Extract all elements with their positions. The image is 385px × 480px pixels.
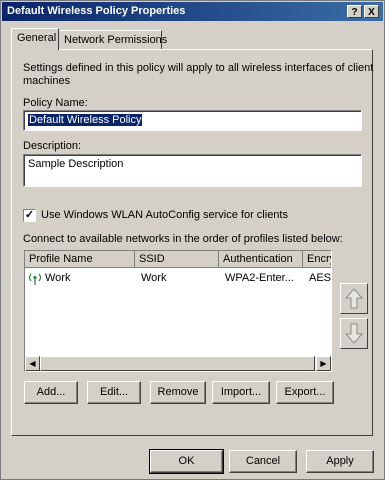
move-up-arrow-icon [344,288,364,312]
add-button[interactable]: Add... [24,381,78,404]
move-down-button[interactable] [340,318,368,349]
policy-name-label: Policy Name: [23,97,88,109]
help-button[interactable]: ? [347,5,362,18]
apply-button[interactable]: Apply [306,450,374,473]
export-button[interactable]: Export... [276,381,334,404]
scroll-left-arrow-icon[interactable]: ◀ [25,356,40,371]
column-header-profile-name[interactable]: Profile Name [25,251,135,268]
properties-dialog: Default Wireless Policy Properties ? X G… [0,0,385,480]
description-value: Sample Description [28,158,124,170]
wireless-network-icon [28,270,42,289]
profiles-label: Connect to available networks in the ord… [23,233,343,245]
tab-general[interactable]: General [11,28,59,50]
intro-text-line1: Settings defined in this policy will app… [23,62,374,74]
autoconfig-label: Use Windows WLAN AutoConfig service for … [41,209,288,221]
window-title: Default Wireless Policy Properties [7,5,186,17]
row-ssid: Work [141,272,167,284]
description-label: Description: [23,140,82,152]
table-row[interactable]: Work Work WPA2-Enter... AES [25,269,331,287]
column-header-authentication[interactable]: Authentication [219,251,303,268]
horizontal-scrollbar[interactable]: ◀ ▶ [25,356,331,371]
profiles-list[interactable]: Profile Name SSID Authentication Encry W… [24,250,332,372]
ok-button[interactable]: OK [149,449,224,474]
policy-name-value: Default Wireless Policy [28,114,143,126]
scroll-thumb[interactable] [40,356,315,371]
edit-button[interactable]: Edit... [87,381,141,404]
column-header-ssid[interactable]: SSID [135,251,219,268]
remove-button[interactable]: Remove [150,381,206,404]
move-down-arrow-icon [344,323,364,347]
description-field[interactable]: Sample Description [23,154,362,187]
close-button[interactable]: X [364,5,379,18]
autoconfig-checkbox[interactable]: ✓ [23,209,36,222]
move-up-button[interactable] [340,283,368,314]
policy-name-field[interactable]: Default Wireless Policy [23,110,362,131]
import-button[interactable]: Import... [212,381,270,404]
tab-general-label: General [17,32,57,44]
column-header-encryption[interactable]: Encry [303,251,331,268]
scroll-right-arrow-icon[interactable]: ▶ [316,356,331,371]
cancel-button[interactable]: Cancel [229,450,297,473]
tab-network-permissions[interactable]: Network Permissions [58,30,167,50]
tab-network-permissions-label: Network Permissions [64,34,168,46]
row-authentication: WPA2-Enter... [225,272,294,284]
row-profile-name: Work [45,272,71,284]
row-encryption: AES [309,272,332,284]
title-bar: Default Wireless Policy Properties ? X [2,2,383,21]
intro-text-line2: machines [23,75,71,87]
